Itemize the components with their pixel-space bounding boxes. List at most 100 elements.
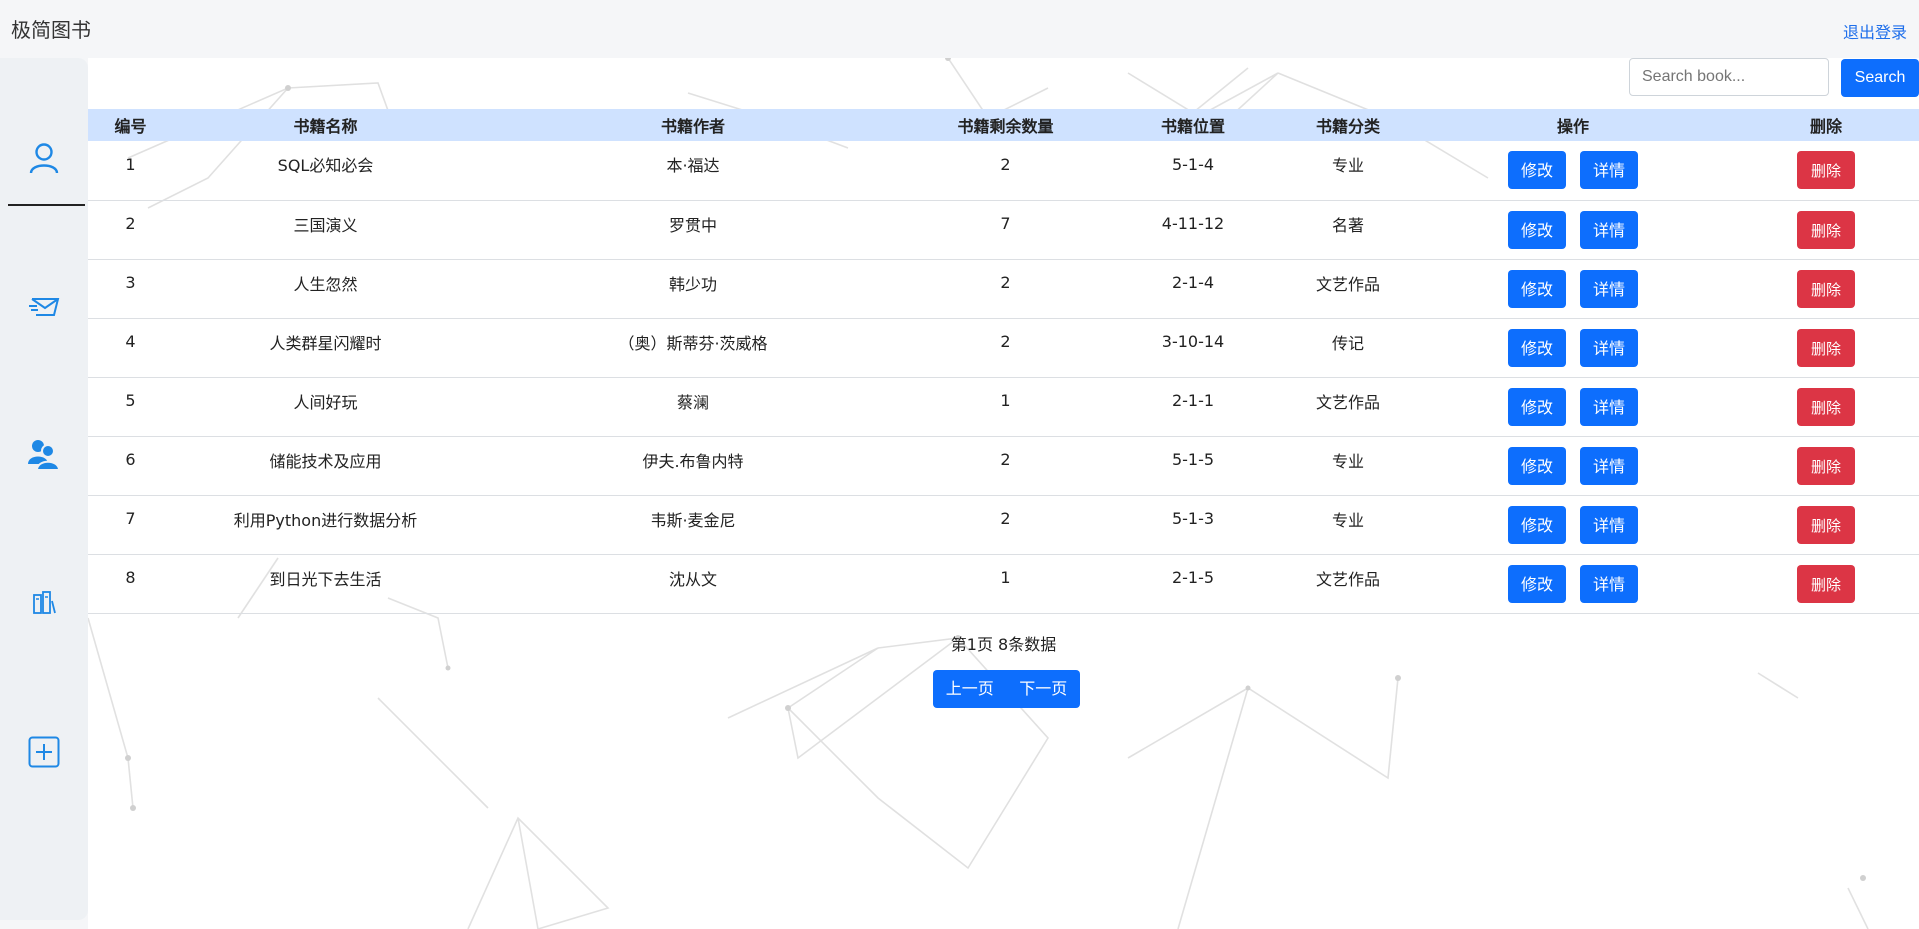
search-input[interactable]	[1629, 58, 1829, 96]
cell-location-text: 4-11-12	[1161, 214, 1225, 233]
cell-actions: 修改 详情	[1413, 377, 1733, 436]
cell-delete: 删除	[1733, 141, 1919, 200]
sidebar-item-send[interactable]	[0, 277, 88, 337]
cell-author: 韩少功	[478, 259, 908, 318]
edit-button[interactable]: 修改	[1508, 151, 1566, 190]
cell-delete: 删除	[1733, 200, 1919, 259]
cell-actions: 修改 详情	[1413, 495, 1733, 554]
cell-location-text: 2-1-4	[1171, 273, 1215, 292]
user-icon	[29, 143, 59, 174]
edit-button[interactable]: 修改	[1508, 564, 1566, 603]
table-row: 5 人间好玩 蔡澜 1 2-1-1 文艺作品 修改 详情 删除	[88, 377, 1919, 436]
delete-button[interactable]: 删除	[1797, 505, 1855, 544]
cell-location: 2-1-5	[1103, 554, 1283, 613]
cell-count: 1	[908, 377, 1103, 436]
prev-page-button[interactable]: 上一页	[933, 670, 1007, 708]
search-button[interactable]: Search	[1841, 59, 1919, 97]
detail-button[interactable]: 详情	[1580, 210, 1638, 249]
cell-count: 2	[908, 259, 1103, 318]
cell-count-text: 7	[1000, 214, 1011, 233]
header-id: 编号	[114, 117, 147, 136]
cell-actions: 修改 详情	[1413, 318, 1733, 377]
detail-button[interactable]: 详情	[1580, 328, 1638, 367]
detail-button[interactable]: 详情	[1580, 387, 1638, 426]
edit-button[interactable]: 修改	[1508, 269, 1566, 308]
cell-id-text: 4	[125, 332, 136, 351]
delete-button[interactable]: 删除	[1797, 151, 1855, 190]
edit-button[interactable]: 修改	[1508, 328, 1566, 367]
cell-count: 2	[908, 436, 1103, 495]
table-row: 3 人生忽然 韩少功 2 2-1-4 文艺作品 修改 详情 删除	[88, 259, 1919, 318]
edit-button[interactable]: 修改	[1508, 505, 1566, 544]
cell-id: 6	[88, 436, 173, 495]
cell-category-text: 文艺作品	[1315, 392, 1380, 412]
cell-name: 人类群星闪耀时	[173, 318, 478, 377]
cell-actions: 修改 详情	[1413, 436, 1733, 495]
cell-actions: 修改 详情	[1413, 200, 1733, 259]
edit-button[interactable]: 修改	[1508, 210, 1566, 249]
cell-category: 专业	[1283, 141, 1413, 200]
cell-category: 文艺作品	[1283, 377, 1413, 436]
cell-category: 文艺作品	[1283, 259, 1413, 318]
delete-button[interactable]: 删除	[1797, 564, 1855, 603]
cell-location-text: 5-1-5	[1171, 450, 1215, 469]
cell-delete: 删除	[1733, 495, 1919, 554]
sidebar-item-user[interactable]	[0, 128, 88, 188]
detail-button[interactable]: 详情	[1580, 446, 1638, 485]
delete-button[interactable]: 删除	[1797, 269, 1855, 308]
table-row: 4 人类群星闪耀时 （奥）斯蒂芬·茨威格 2 3-10-14 传记 修改 详情 删除	[88, 318, 1919, 377]
delete-button[interactable]: 删除	[1797, 328, 1855, 367]
sidebar-item-library[interactable]	[0, 572, 88, 632]
delete-button[interactable]: 删除	[1797, 387, 1855, 426]
cell-count-text: 2	[1000, 332, 1011, 351]
cell-location: 4-11-12	[1103, 200, 1283, 259]
logout-link[interactable]: 退出登录	[1843, 19, 1907, 43]
sidebar-item-add[interactable]	[0, 722, 88, 782]
edit-button[interactable]: 修改	[1508, 446, 1566, 485]
cell-name: 利用Python进行数据分析	[173, 495, 478, 554]
header-location: 书籍位置	[1160, 117, 1225, 136]
cell-id-text: 5	[125, 391, 136, 410]
sidebar	[0, 58, 88, 920]
detail-button[interactable]: 详情	[1580, 269, 1638, 308]
detail-button[interactable]: 详情	[1580, 505, 1638, 544]
next-page-button[interactable]: 下一页	[1007, 670, 1081, 708]
cell-id: 3	[88, 259, 173, 318]
app-title: 极简图书	[11, 18, 91, 42]
table-row: 1 SQL必知必会 本·福达 2 5-1-4 专业 修改 详情 删除	[88, 141, 1919, 200]
cell-count: 2	[908, 318, 1103, 377]
cell-author: 蔡澜	[478, 377, 908, 436]
cell-category-text: 名著	[1331, 215, 1364, 235]
header-actions: 操作	[1556, 117, 1589, 136]
cell-count-text: 1	[1000, 391, 1011, 410]
cell-author: 伊夫.布鲁内特	[478, 436, 908, 495]
cell-id-text: 1	[125, 154, 136, 174]
cell-name: 人间好玩	[173, 377, 478, 436]
cell-author-text: （奥）斯蒂芬·茨威格	[618, 333, 768, 353]
users-group-icon	[28, 440, 61, 471]
cell-delete: 删除	[1733, 554, 1919, 613]
detail-button[interactable]: 详情	[1580, 151, 1638, 190]
cell-name-text: 利用Python进行数据分析	[233, 510, 418, 530]
cell-id-text: 6	[125, 450, 136, 469]
cell-category-text: 文艺作品	[1315, 274, 1380, 294]
cell-name-text: 人类群星闪耀时	[269, 333, 382, 353]
cell-author: 罗贯中	[478, 200, 908, 259]
detail-button[interactable]: 详情	[1580, 564, 1638, 603]
sidebar-item-users[interactable]	[0, 424, 88, 484]
header-author: 书籍作者	[660, 117, 725, 136]
delete-button[interactable]: 删除	[1797, 210, 1855, 249]
cell-id-text: 2	[125, 214, 136, 233]
table-row: 7 利用Python进行数据分析 韦斯·麦金尼 2 5-1-3 专业 修改 详情 删除	[88, 495, 1919, 554]
cell-id: 7	[88, 495, 173, 554]
cell-id: 4	[88, 318, 173, 377]
cell-author-text: 本·福达	[666, 156, 720, 176]
cell-location: 5-1-3	[1103, 495, 1283, 554]
cell-author-text: 罗贯中	[668, 215, 717, 235]
cell-delete: 删除	[1733, 318, 1919, 377]
edit-button[interactable]: 修改	[1508, 387, 1566, 426]
header-count: 书籍剩余数量	[957, 117, 1054, 136]
delete-button[interactable]: 删除	[1797, 446, 1855, 485]
cell-delete: 删除	[1733, 436, 1919, 495]
search-area: Search	[1599, 58, 1919, 108]
